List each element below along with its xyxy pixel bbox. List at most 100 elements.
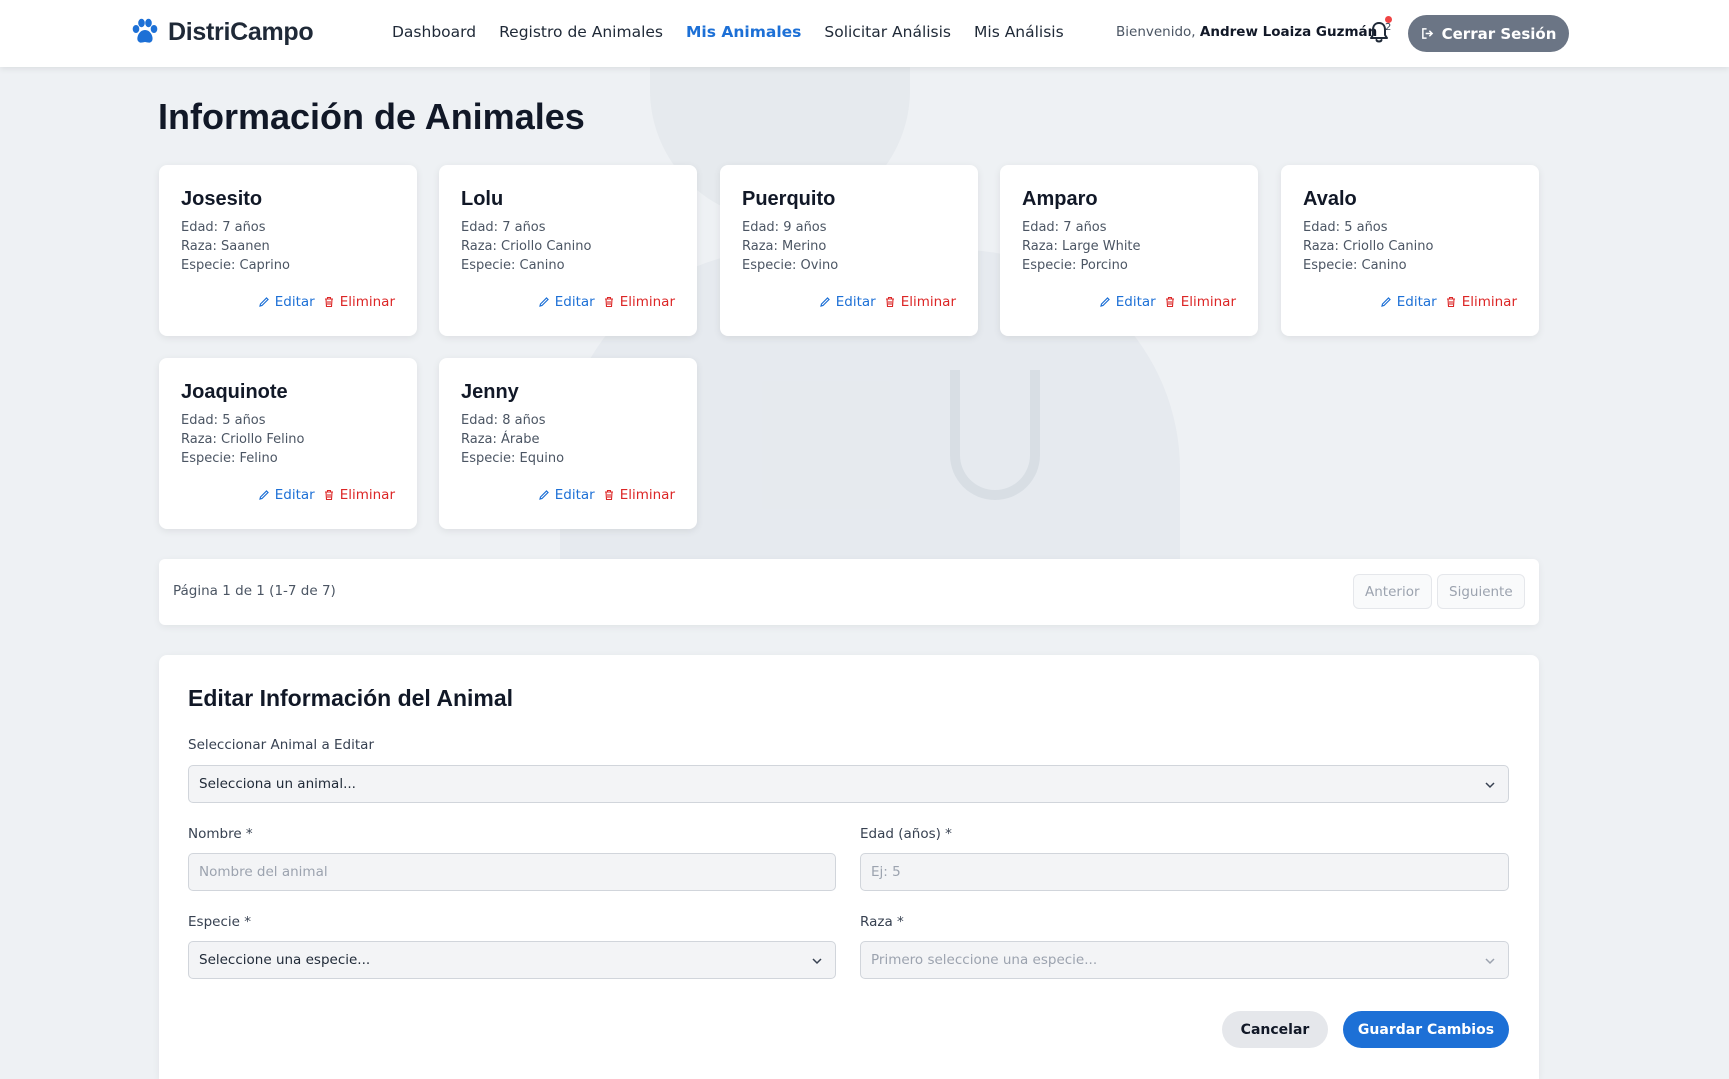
animal-species: Especie: Equino [461,451,565,466]
pencil-icon [1380,297,1391,307]
edit-button[interactable]: Editar [538,294,595,310]
select-animal-label: Seleccionar Animal a Editar [188,737,374,753]
nav-solicitar-analisis[interactable]: Solicitar Análisis [824,23,951,41]
welcome-prefix: Bienvenido, [1116,24,1196,40]
pagination-info: Página 1 de 1 (1-7 de 7) [173,583,336,599]
user-name: Andrew Loaiza Guzmán [1199,24,1378,40]
delete-button[interactable]: Eliminar [1445,294,1517,310]
welcome-text: Bienvenido, Andrew Loaiza Guzmán [1116,24,1377,40]
breed-dropdown[interactable]: Primero seleccione una especie... [860,941,1509,979]
edit-label: Editar [835,294,876,310]
animal-breed: Raza: Large White [1022,239,1141,254]
delete-label: Eliminar [619,487,675,503]
chevron-down-icon [1485,958,1495,965]
pencil-icon [258,490,269,500]
animal-species: Especie: Porcino [1022,258,1128,273]
animal-species: Especie: Ovino [742,258,839,273]
age-input[interactable]: Ej: 5 [860,853,1509,891]
pencil-icon [538,297,549,307]
species-label: Especie * [188,914,251,930]
trash-icon [604,296,613,308]
animal-name: Jenny [461,381,519,403]
notifications-button[interactable]: 2 [1367,16,1393,47]
edit-animal-form: Editar Información del Animal Selecciona… [159,655,1539,1079]
nav-mis-analisis[interactable]: Mis Análisis [974,23,1064,41]
select-animal-dropdown[interactable]: Selecciona un animal... [188,765,1509,803]
name-input[interactable]: Nombre del animal [188,853,836,891]
species-value: Seleccione una especie... [199,952,371,968]
brand-logo[interactable]: DistriCampo [130,17,314,47]
prev-page-button[interactable]: Anterior [1353,574,1432,609]
animal-breed: Raza: Criollo Felino [181,432,305,447]
save-changes-button[interactable]: Guardar Cambios [1343,1011,1509,1048]
animal-species: Especie: Felino [181,451,278,466]
edit-button[interactable]: Editar [538,487,595,503]
animal-age: Edad: 7 años [1022,220,1107,235]
pagination-bar: Página 1 de 1 (1-7 de 7) Anterior Siguie… [159,559,1539,625]
animal-name: Lolu [461,188,504,210]
delete-button[interactable]: Eliminar [323,487,395,503]
delete-label: Eliminar [1180,294,1236,310]
edit-button[interactable]: Editar [258,487,315,503]
animal-name: Avalo [1303,188,1357,210]
select-animal-value: Selecciona un animal... [199,776,356,792]
animal-card: Jenny Edad: 8 años Raza: Árabe Especie: … [439,358,697,529]
trash-icon [1165,296,1174,308]
pencil-icon [819,297,830,307]
logout-label: Cerrar Sesión [1441,24,1557,43]
logout-button[interactable]: Cerrar Sesión [1408,15,1569,52]
edit-button[interactable]: Editar [1099,294,1156,310]
animal-age: Edad: 7 años [461,220,546,235]
next-page-button[interactable]: Siguiente [1437,574,1525,609]
brand-name: DistriCampo [168,17,314,46]
animal-card: Puerquito Edad: 9 años Raza: Merino Espe… [720,165,978,336]
species-dropdown[interactable]: Seleccione una especie... [188,941,836,979]
animal-card: Amparo Edad: 7 años Raza: Large White Es… [1000,165,1258,336]
notification-count: 2 [1385,22,1392,33]
nav-mis-animales[interactable]: Mis Animales [686,23,801,41]
edit-button[interactable]: Editar [819,294,876,310]
animal-age: Edad: 5 años [181,413,266,428]
animal-card: Lolu Edad: 7 años Raza: Criollo Canino E… [439,165,697,336]
chevron-down-icon [812,958,822,965]
chevron-down-icon [1485,782,1495,789]
pencil-icon [538,490,549,500]
edit-button[interactable]: Editar [258,294,315,310]
delete-button[interactable]: Eliminar [603,487,675,503]
animal-card: Joaquinote Edad: 5 años Raza: Criollo Fe… [159,358,417,529]
delete-button[interactable]: Eliminar [603,294,675,310]
age-placeholder: Ej: 5 [871,864,901,880]
animal-species: Especie: Canino [461,258,565,273]
breed-label: Raza * [860,914,904,930]
nav-registro-animales[interactable]: Registro de Animales [499,23,663,41]
edit-label: Editar [1115,294,1156,310]
animal-species: Especie: Caprino [181,258,290,273]
animal-breed: Raza: Criollo Canino [461,239,592,254]
delete-button[interactable]: Eliminar [323,294,395,310]
delete-button[interactable]: Eliminar [1164,294,1236,310]
delete-label: Eliminar [619,294,675,310]
animal-breed: Raza: Merino [742,239,827,254]
page-title: Información de Animales [158,96,585,137]
animal-species: Especie: Canino [1303,258,1407,273]
pencil-icon [258,297,269,307]
delete-label: Eliminar [1461,294,1517,310]
animal-card: Josesito Edad: 7 años Raza: Saanen Espec… [159,165,417,336]
animal-breed: Raza: Criollo Canino [1303,239,1434,254]
edit-label: Editar [274,487,315,503]
animal-breed: Raza: Saanen [181,239,270,254]
nav-dashboard[interactable]: Dashboard [392,23,476,41]
animal-name: Joaquinote [181,381,288,403]
delete-button[interactable]: Eliminar [884,294,956,310]
animal-age: Edad: 7 años [181,220,266,235]
animal-name: Puerquito [742,188,836,210]
edit-button[interactable]: Editar [1380,294,1437,310]
form-title: Editar Información del Animal [188,685,514,711]
trash-icon [1446,296,1455,308]
animal-age: Edad: 8 años [461,413,546,428]
cancel-button[interactable]: Cancelar [1222,1011,1328,1048]
animal-age: Edad: 9 años [742,220,827,235]
edit-label: Editar [554,487,595,503]
age-label: Edad (años) * [860,826,952,842]
trash-icon [324,296,333,308]
